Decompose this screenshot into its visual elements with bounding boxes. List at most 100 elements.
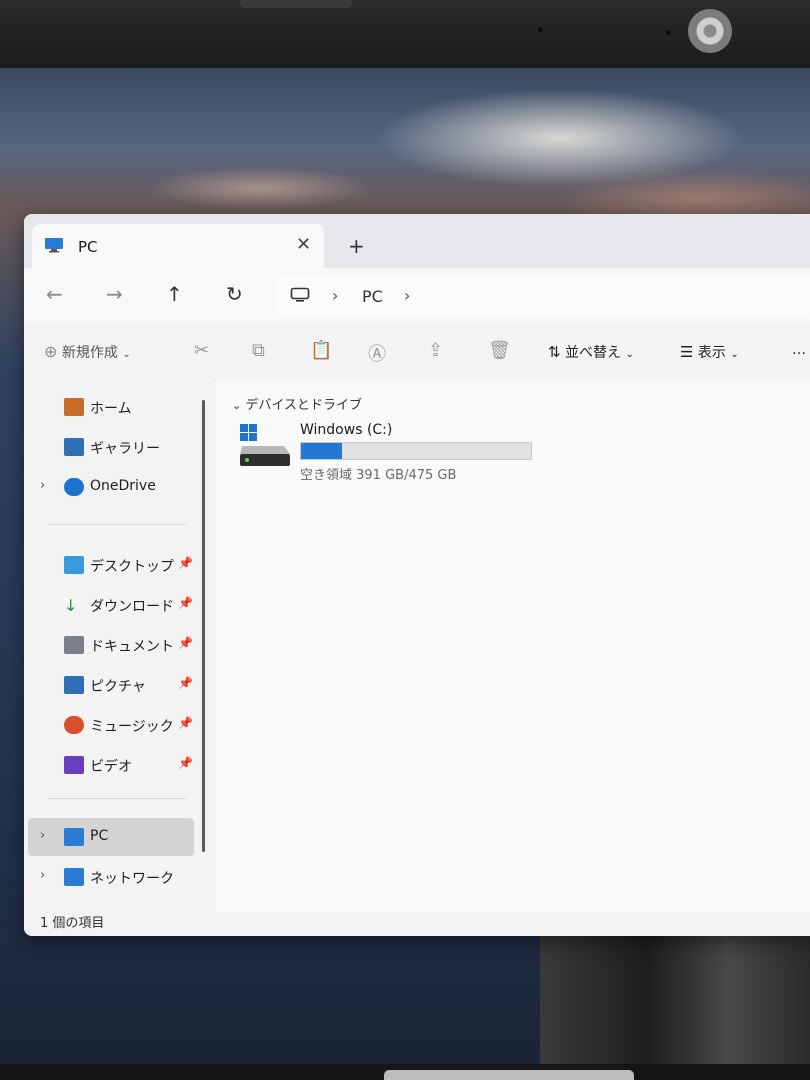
breadcrumb-separator[interactable]: › [404,286,410,305]
chevron-down-icon: ⌄ [232,399,242,412]
sort-button[interactable]: ⇅ 並べ替え ⌄ [548,342,634,362]
home-icon [64,398,84,416]
paste-icon[interactable]: 📋 [310,340,332,361]
refresh-button[interactable]: ↻ [226,282,243,306]
tab-pc[interactable]: PC ✕ [32,224,324,268]
gallery-icon [64,438,84,456]
bezel-hinge [240,0,352,8]
pc-icon [64,828,84,846]
sidebar-item-home[interactable]: ホーム [28,388,194,426]
drive-usage-bar [300,442,532,460]
sidebar-item-label: ダウンロード [90,599,174,615]
pin-icon[interactable]: 📌 [178,716,193,730]
sidebar-item-label: ピクチャ [90,679,146,695]
delete-icon[interactable]: 🗑 [488,340,511,361]
drive-icon [240,424,290,466]
pin-icon[interactable]: 📌 [178,756,193,770]
status-bar: 1 個の項目 [24,912,810,936]
share-icon[interactable]: ⇪ [428,340,443,361]
chevron-right-icon[interactable]: › [40,868,45,883]
pictures-icon [64,676,84,694]
sidebar-item-label: OneDrive [90,478,156,494]
sidebar-item-onedrive[interactable]: › OneDrive [28,468,194,506]
download-icon: ↓ [64,596,78,615]
sidebar-item-downloads[interactable]: ↓ ダウンロード 📌 [28,586,194,624]
sidebar-item-pictures[interactable]: ピクチャ 📌 [28,666,194,704]
sort-label: 並べ替え [565,345,622,361]
sidebar-item-label: ホーム [90,401,132,417]
sidebar-item-label: ドキュメント [90,639,174,655]
chevron-down-icon: ⌄ [625,349,634,360]
back-button[interactable]: ← [46,282,63,306]
drive-usage-fill [301,443,343,459]
monitor-icon [290,287,310,302]
file-explorer-window: PC ✕ + ← → ↑ ↻ › PC › ⊕ 新規作成 ⌄ ✂ ⧉ 📋 Ⓐ ⇪… [24,214,810,936]
sidebar-scrollbar[interactable] [202,400,205,852]
webcam [688,9,732,53]
sidebar-divider [48,524,186,525]
cloud-icon [64,478,84,496]
breadcrumb-separator[interactable]: › [332,286,338,305]
sidebar-item-label: PC [90,828,109,844]
sidebar-item-pc[interactable]: › PC [28,818,194,856]
pin-icon[interactable]: 📌 [178,596,193,610]
breadcrumb-pc[interactable]: PC [362,287,383,306]
chevron-down-icon: ⌄ [730,349,739,360]
chevron-down-icon: ⌄ [122,349,131,360]
bezel-sensor [538,27,543,32]
add-icon: ⊕ [44,342,58,361]
sort-icon: ⇅ [548,343,561,361]
sidebar-item-label: デスクトップ [90,559,174,575]
group-header-devices[interactable]: ⌄ デバイスとドライブ [232,394,362,413]
wallpaper-detail [540,934,810,1064]
up-button[interactable]: ↑ [166,282,183,306]
view-label: 表示 [697,345,726,361]
item-count: 1 個の項目 [40,916,105,931]
rename-icon[interactable]: Ⓐ [368,340,386,366]
chevron-right-icon[interactable]: › [40,478,45,493]
view-button[interactable]: ☰ 表示 ⌄ [680,342,739,362]
sidebar-divider [48,798,186,799]
new-button[interactable]: ⊕ 新規作成 ⌄ [44,342,131,362]
drive-free-space: 空き領域 391 GB/475 GB [300,468,457,483]
drive-item-c[interactable]: Windows (C:) 空き領域 391 GB/475 GB [238,420,558,484]
close-tab-icon[interactable]: ✕ [296,234,311,255]
pin-icon[interactable]: 📌 [178,556,193,570]
sidebar-item-desktop[interactable]: デスクトップ 📌 [28,546,194,584]
videos-icon [64,756,84,774]
sidebar-item-label: ギャラリー [90,441,160,457]
drive-name: Windows (C:) [300,422,393,438]
monitor-icon [45,238,63,253]
content-pane: ⌄ デバイスとドライブ Windows (C:) 空き領域 391 GB/475… [216,380,810,912]
group-header-label: デバイスとドライブ [245,398,362,413]
taskbar-edge [384,1070,634,1080]
desktop-icon [64,556,84,574]
sidebar-item-documents[interactable]: ドキュメント 📌 [28,626,194,664]
chevron-right-icon[interactable]: › [40,828,45,843]
forward-button[interactable]: → [106,282,123,306]
bezel-sensor [666,30,671,35]
cut-icon[interactable]: ✂ [194,340,209,361]
address-bar[interactable]: › PC › [276,276,810,316]
navigation-pane: ホーム ギャラリー › OneDrive デスクトップ 📌 ↓ ダウンロード 📌… [24,380,214,912]
new-label: 新規作成 [61,345,118,361]
documents-icon [64,636,84,654]
command-bar: ⊕ 新規作成 ⌄ ✂ ⧉ 📋 Ⓐ ⇪ 🗑 ⇅ 並べ替え ⌄ ☰ 表示 ⌄ … [24,324,810,381]
sidebar-item-videos[interactable]: ビデオ 📌 [28,746,194,784]
pin-icon[interactable]: 📌 [178,636,193,650]
more-options-icon[interactable]: … [792,342,806,358]
sidebar-item-label: ネットワーク [90,871,174,887]
sidebar-item-label: ミュージック [90,719,174,735]
sidebar-item-network[interactable]: › ネットワーク [28,858,194,896]
sidebar-item-gallery[interactable]: ギャラリー [28,428,194,466]
tab-strip: PC ✕ + [24,214,810,268]
copy-icon[interactable]: ⧉ [252,340,265,361]
view-icon: ☰ [680,343,694,361]
pin-icon[interactable]: 📌 [178,676,193,690]
navigation-bar: ← → ↑ ↻ › PC › [24,268,810,324]
tab-title: PC [78,238,98,256]
new-tab-button[interactable]: + [348,234,365,258]
sidebar-item-music[interactable]: ミュージック 📌 [28,706,194,744]
sidebar-item-label: ビデオ [90,759,132,775]
network-icon [64,868,84,886]
